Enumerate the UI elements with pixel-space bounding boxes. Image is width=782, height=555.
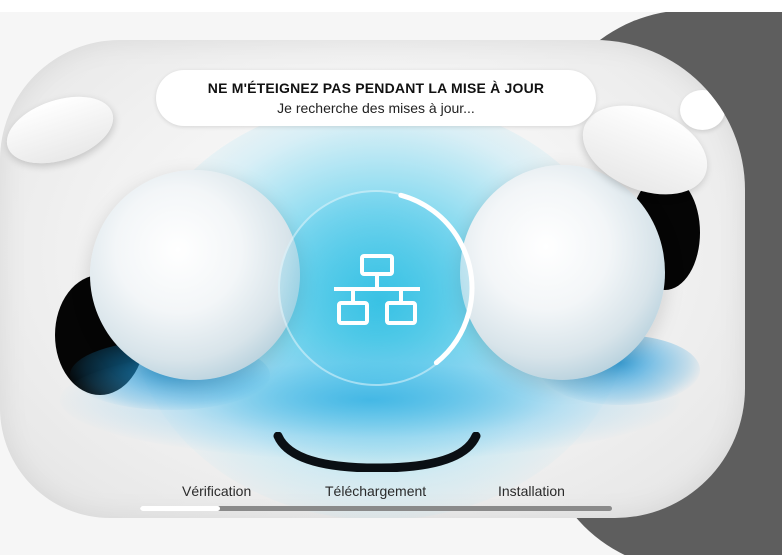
smile [273, 432, 481, 472]
step-download: Téléchargement [325, 483, 427, 499]
banner-status: Je recherche des mises à jour... [277, 100, 475, 116]
left-eye [90, 170, 300, 380]
status-banner: NE M'ÉTEIGNEZ PAS PENDANT LA MISE À JOUR… [156, 70, 596, 126]
top-strip [0, 0, 782, 12]
step-installation: Installation [498, 483, 565, 499]
update-screen: NE M'ÉTEIGNEZ PAS PENDANT LA MISE À JOUR… [0, 0, 782, 555]
step-verification: Vérification [182, 483, 252, 499]
network-icon [334, 254, 420, 325]
corner-bump [680, 90, 725, 130]
right-eye [460, 165, 665, 380]
progress-fill [140, 506, 221, 511]
left-eyebrow [0, 84, 122, 176]
progress-track [140, 506, 612, 511]
banner-title: NE M'ÉTEIGNEZ PAS PENDANT LA MISE À JOUR [207, 80, 545, 96]
